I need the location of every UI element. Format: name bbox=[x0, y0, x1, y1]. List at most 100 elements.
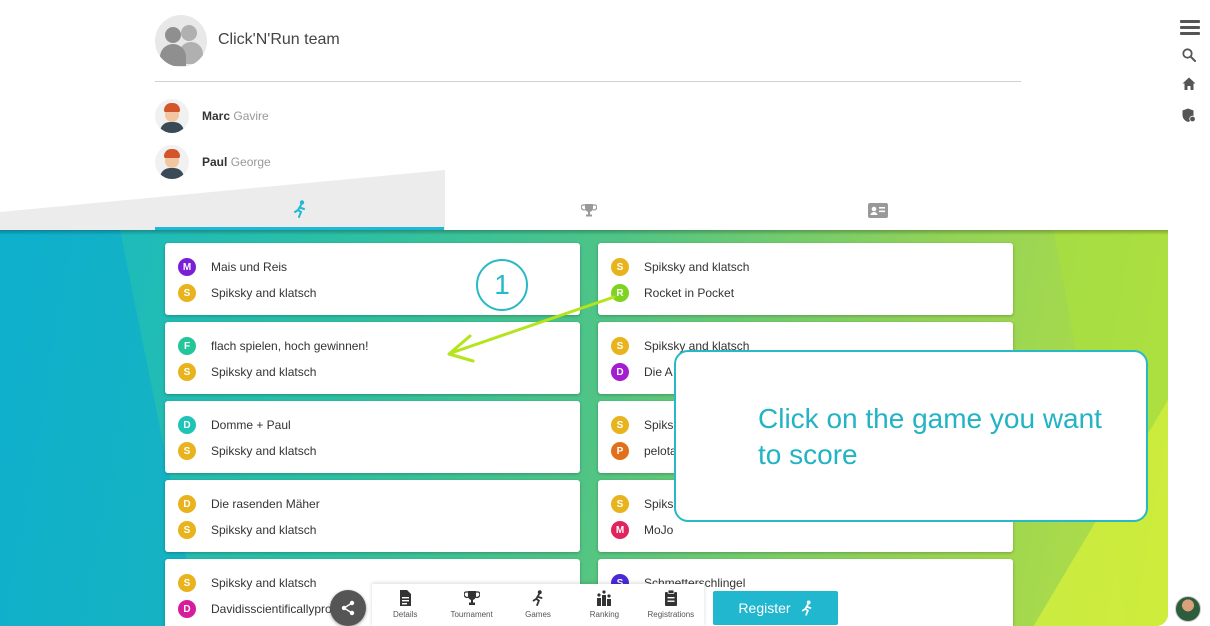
team-name-label: Die rasenden Mäher bbox=[211, 497, 320, 511]
register-button[interactable]: Register bbox=[713, 591, 838, 625]
game-team: Fflach spielen, hoch gewinnen! bbox=[178, 337, 368, 355]
trophy-icon bbox=[580, 204, 597, 217]
tutorial-tooltip: Click on the game you want to score bbox=[674, 350, 1148, 522]
game-card[interactable]: D Die rasenden Mäher S Spiksky and klatsch bbox=[165, 480, 580, 552]
team-badge: S bbox=[611, 495, 629, 513]
game-team: R Rocket in Pocket bbox=[611, 284, 734, 302]
team-badge: S bbox=[178, 574, 196, 592]
game-card[interactable]: D Domme + Paul S Spiksky and klatsch bbox=[165, 401, 580, 473]
game-team: M Mais und Reis bbox=[178, 258, 287, 276]
team-tabs bbox=[155, 190, 1021, 230]
team-name: Click'N'Run team bbox=[218, 31, 340, 48]
game-card[interactable]: Fflach spielen, hoch gewinnen! S Spiksky a… bbox=[165, 322, 580, 394]
toolbar-details[interactable]: Details bbox=[372, 584, 438, 626]
trophy-icon bbox=[463, 591, 480, 605]
player-row: Marc Gavire bbox=[155, 99, 269, 133]
game-team: S Spiksky and klatsch bbox=[611, 258, 749, 276]
shield-lock-icon bbox=[1182, 108, 1196, 122]
team-name-label: Spiksky and klatsch bbox=[211, 576, 317, 590]
game-team: S Spiksky and klatsch bbox=[178, 442, 316, 460]
team-name-label: Spiksky and klatsch bbox=[211, 286, 317, 300]
team-name-label: Spiksky and klatsch bbox=[211, 444, 317, 458]
team-badge: S bbox=[178, 363, 196, 381]
game-team: S Spiksky and klatsch bbox=[178, 574, 316, 592]
team-badge: S bbox=[611, 258, 629, 276]
team-name-label: flach spielen, hoch gewinnen! bbox=[211, 339, 369, 353]
game-card[interactable]: S Spiksky and klatsch R Rocket in Pocket bbox=[598, 243, 1013, 315]
runner-icon bbox=[801, 600, 811, 616]
team-name-label: Die A bbox=[644, 365, 673, 379]
team-badge: M bbox=[178, 258, 196, 276]
header-divider bbox=[155, 81, 1021, 82]
game-team: D Die rasenden Mäher bbox=[178, 495, 320, 513]
toolbar-tournament[interactable]: Tournament bbox=[438, 584, 504, 626]
team-name-label: Spiks bbox=[644, 497, 674, 511]
home-button[interactable] bbox=[1178, 73, 1200, 95]
game-team: M MoJo bbox=[611, 521, 673, 539]
search-icon bbox=[1182, 48, 1196, 62]
player-avatar bbox=[155, 145, 189, 179]
document-icon bbox=[400, 590, 412, 606]
team-name-label: Davidisscientificallyprov bbox=[211, 602, 338, 616]
team-name-label: Rocket in Pocket bbox=[644, 286, 735, 300]
team-badge: S bbox=[178, 442, 196, 460]
player-row: Paul George bbox=[155, 145, 271, 179]
game-team: D Domme + Paul bbox=[178, 416, 291, 434]
tab-contact[interactable] bbox=[733, 190, 1022, 230]
team-name-label: Spiksky and klatsch bbox=[211, 365, 317, 379]
tab-games[interactable] bbox=[155, 190, 444, 230]
clipboard-icon bbox=[664, 590, 677, 606]
team-badge: D bbox=[178, 416, 196, 434]
toolbar-registrations[interactable]: Registrations bbox=[638, 584, 704, 626]
team-badge: F bbox=[178, 337, 196, 355]
bottom-toolbar: Details Tournament Games Ranking Registr… bbox=[372, 584, 704, 626]
team-name-label: Domme + Paul bbox=[211, 418, 291, 432]
step-number: 1 bbox=[476, 259, 528, 311]
admin-button[interactable] bbox=[1178, 104, 1200, 126]
game-team: S Spiksky and klatsch bbox=[178, 521, 316, 539]
runner-icon bbox=[293, 199, 305, 218]
team-badge: S bbox=[611, 337, 629, 355]
right-rail bbox=[1168, 0, 1210, 626]
team-name-label: pelota bbox=[644, 444, 677, 458]
contact-card-icon bbox=[867, 202, 888, 218]
team-badge: S bbox=[611, 416, 629, 434]
player-avatar bbox=[155, 99, 189, 133]
game-team: S Spiksky and klatsch bbox=[178, 284, 316, 302]
team-badge: P bbox=[611, 442, 629, 460]
game-team: S Spiks bbox=[611, 495, 673, 513]
team-badge: D bbox=[611, 363, 629, 381]
tab-tournaments[interactable] bbox=[444, 190, 733, 230]
team-avatar bbox=[155, 15, 207, 67]
search-button[interactable] bbox=[1178, 44, 1200, 66]
team-name-label: Mais und Reis bbox=[211, 260, 288, 274]
menu-icon[interactable] bbox=[1180, 20, 1200, 38]
share-icon bbox=[341, 600, 355, 616]
team-name-label: MoJo bbox=[644, 523, 674, 537]
team-badge: S bbox=[178, 284, 196, 302]
user-avatar[interactable] bbox=[1175, 596, 1201, 622]
game-team: Ppelota bbox=[611, 442, 677, 460]
team-header: Click'N'Run team Marc Gavire Paul George bbox=[0, 0, 1168, 230]
player-name: Marc Gavire bbox=[202, 109, 269, 123]
toolbar-games[interactable]: Games bbox=[505, 584, 571, 626]
team-badge: S bbox=[178, 521, 196, 539]
register-label: Register bbox=[738, 600, 791, 616]
team-name-label: Spiksky and klatsch bbox=[211, 523, 317, 537]
player-name: Paul George bbox=[202, 155, 271, 169]
team-badge: D bbox=[178, 600, 196, 618]
team-badge: M bbox=[611, 521, 629, 539]
share-button[interactable] bbox=[330, 590, 366, 626]
home-icon bbox=[1182, 77, 1196, 90]
toolbar-ranking[interactable]: Ranking bbox=[571, 584, 637, 626]
game-team: S Spiks bbox=[611, 416, 673, 434]
team-badge: D bbox=[178, 495, 196, 513]
team-name-label: Spiks bbox=[644, 418, 674, 432]
podium-icon bbox=[597, 590, 612, 606]
game-team: D Die A bbox=[611, 363, 673, 381]
team-badge: R bbox=[611, 284, 629, 302]
game-team: S Spiksky and klatsch bbox=[178, 363, 316, 381]
runner-icon bbox=[532, 590, 543, 606]
game-team: D Davidisscientificallyprov bbox=[178, 600, 338, 618]
team-name-label: Spiksky and klatsch bbox=[644, 260, 750, 274]
